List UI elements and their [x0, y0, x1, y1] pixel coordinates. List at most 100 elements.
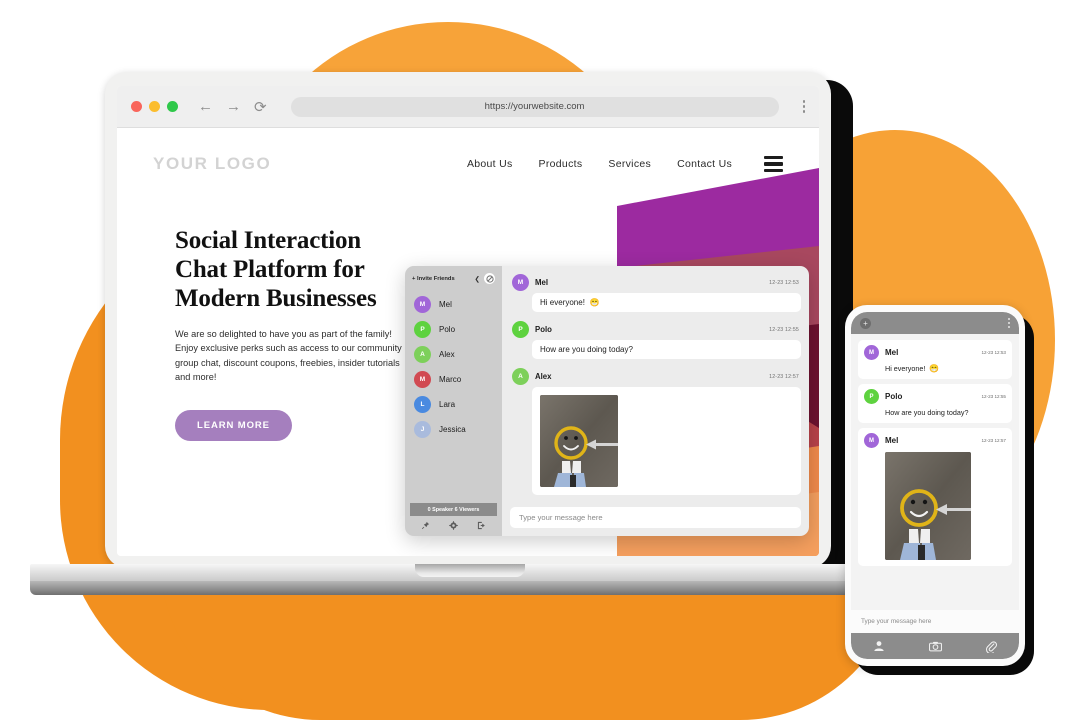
kebab-menu-icon[interactable]: [802, 100, 805, 113]
message-timestamp: 12-23 12:57: [769, 373, 799, 380]
message-bubble: How are you doing today?: [532, 340, 801, 359]
phone-app-header: +: [851, 312, 1019, 334]
avatar: M: [414, 371, 431, 388]
camera-icon: [928, 641, 942, 652]
list-item[interactable]: L Lara: [414, 396, 502, 413]
no-sign-icon[interactable]: [484, 273, 495, 284]
laptop-base: [8, 564, 932, 604]
message-header: A Alex 12-23 12:57: [510, 366, 801, 385]
message-sender: Mel: [535, 278, 548, 287]
chat-sidebar-controls: ❮: [475, 273, 495, 284]
message-sender: Polo: [535, 325, 552, 334]
exit-icon[interactable]: [477, 521, 486, 530]
address-bar-url: https://yourwebsite.com: [484, 101, 585, 112]
message-input[interactable]: Type your message here: [510, 507, 801, 528]
avatar: M: [414, 296, 431, 313]
list-item[interactable]: M Mel: [414, 296, 502, 313]
gear-icon[interactable]: [449, 521, 458, 530]
message-list: M Mel 12-23 12:53 Hi everyone! 😁 P Polo …: [510, 272, 801, 502]
paperclip-icon: [985, 640, 997, 653]
site-logo[interactable]: YOUR LOGO: [153, 154, 271, 174]
message-timestamp: 12-23 12:55: [981, 394, 1006, 399]
message-text: How are you doing today?: [540, 345, 633, 354]
back-arrow-icon[interactable]: ←: [198, 98, 213, 116]
message-photo[interactable]: [885, 452, 971, 560]
reload-icon[interactable]: ⟳: [254, 98, 267, 116]
tab-person[interactable]: [851, 640, 907, 652]
friend-name: Jessica: [439, 425, 466, 434]
message-text-row: How are you doing today?: [885, 408, 1006, 417]
kebab-menu-icon[interactable]: [1008, 318, 1010, 328]
chat-conversation: M Mel 12-23 12:53 Hi everyone! 😁 P Polo …: [502, 266, 809, 536]
list-item[interactable]: J Jessica: [414, 421, 502, 438]
avatar: M: [512, 274, 529, 291]
message-header: M Mel 12-23 12:53: [510, 272, 801, 291]
nav-item-about-us[interactable]: About Us: [467, 158, 513, 170]
message-item: A Alex 12-23 12:57: [510, 366, 801, 498]
message-item: M Mel 12-23 12:53 Hi everyone! 😁: [858, 340, 1012, 379]
message-bubble: Hi everyone! 😁: [532, 293, 801, 312]
invite-friends-button[interactable]: + Invite Friends: [412, 276, 455, 282]
phone-screen: + M Mel 12-23 12:53 Hi everyone! 😁 P Pol…: [851, 312, 1019, 659]
message-item: M Mel 12-23 12:53 Hi everyone! 😁: [510, 272, 801, 315]
phone-message-input[interactable]: Type your message here: [851, 610, 1019, 633]
message-timestamp: 12-23 12:53: [981, 350, 1006, 355]
laptop-base-notch: [415, 564, 525, 577]
avatar: J: [414, 421, 431, 438]
list-item[interactable]: A Alex: [414, 346, 502, 363]
list-item[interactable]: M Marco: [414, 371, 502, 388]
website-page: YOUR LOGO About Us Products Services Con…: [117, 128, 819, 556]
maximize-window-dot[interactable]: [167, 101, 178, 112]
nav-item-products[interactable]: Products: [539, 158, 583, 170]
window-controls[interactable]: [131, 101, 178, 112]
chevron-left-icon[interactable]: ❮: [475, 275, 480, 283]
message-sender: Mel: [885, 348, 899, 357]
chat-sidebar-toolbar: [405, 516, 502, 536]
message-header: P Polo 12-23 12:55: [510, 319, 801, 338]
message-input-placeholder: Type your message here: [519, 513, 603, 522]
message-timestamp: 12-23 12:55: [769, 326, 799, 333]
laptop-mockup: ← → ⟳ https://yourwebsite.com YOUR LOGO …: [8, 72, 932, 604]
message-timestamp: 12-23 12:57: [981, 438, 1006, 443]
list-item[interactable]: P Polo: [414, 321, 502, 338]
laptop-body: ← → ⟳ https://yourwebsite.com YOUR LOGO …: [105, 72, 831, 568]
plus-circle-icon[interactable]: +: [860, 317, 871, 329]
phone-message-input-placeholder: Type your message here: [861, 618, 932, 625]
laptop-base-top: [30, 564, 910, 582]
minimize-window-dot[interactable]: [149, 101, 160, 112]
avatar: P: [512, 321, 529, 338]
avatar: P: [414, 321, 431, 338]
message-header: M Mel 12-23 12:53: [864, 345, 1006, 360]
phone-tab-bar: [851, 633, 1019, 659]
pin-icon[interactable]: [421, 521, 430, 530]
avatar: A: [512, 368, 529, 385]
close-window-dot[interactable]: [131, 101, 142, 112]
message-sender: Mel: [885, 436, 899, 445]
avatar: M: [864, 345, 879, 360]
forward-arrow-icon[interactable]: →: [226, 98, 241, 116]
message-header: P Polo 12-23 12:55: [864, 389, 1006, 404]
status-badge: 0 Speaker 6 Viewers: [410, 503, 497, 516]
message-item: P Polo 12-23 12:55 How are you doing tod…: [510, 319, 801, 362]
learn-more-button[interactable]: LEARN MORE: [175, 410, 292, 441]
phone-mockup: + M Mel 12-23 12:53 Hi everyone! 😁 P Pol…: [845, 305, 1035, 675]
scene: ← → ⟳ https://yourwebsite.com YOUR LOGO …: [0, 0, 1070, 726]
friend-name: Marco: [439, 375, 462, 384]
phone-message-list: M Mel 12-23 12:53 Hi everyone! 😁 P Polo: [851, 334, 1019, 610]
friend-name: Polo: [439, 325, 456, 334]
message-item: P Polo 12-23 12:55 How are you doing tod…: [858, 384, 1012, 423]
avatar: M: [864, 433, 879, 448]
tab-camera[interactable]: [907, 641, 963, 652]
hero-body-text: We are so delighted to have you as part …: [175, 329, 402, 382]
address-bar[interactable]: https://yourwebsite.com: [290, 96, 779, 117]
message-photo[interactable]: [540, 395, 618, 487]
chat-widget: + Invite Friends ❮ M Mel P Polo A Alex M…: [405, 266, 809, 536]
phone-body: + M Mel 12-23 12:53 Hi everyone! 😁 P Pol…: [845, 305, 1025, 666]
avatar: L: [414, 396, 431, 413]
page-title: Social Interaction Chat Platform for Mod…: [175, 227, 377, 312]
message-header: M Mel 12-23 12:57: [864, 433, 1006, 448]
friend-name: Lara: [439, 400, 456, 409]
message-item: M Mel 12-23 12:57: [858, 428, 1012, 566]
tab-attachment[interactable]: [963, 640, 1019, 653]
hero-section: Social Interaction Chat Platform for Mod…: [175, 226, 405, 441]
